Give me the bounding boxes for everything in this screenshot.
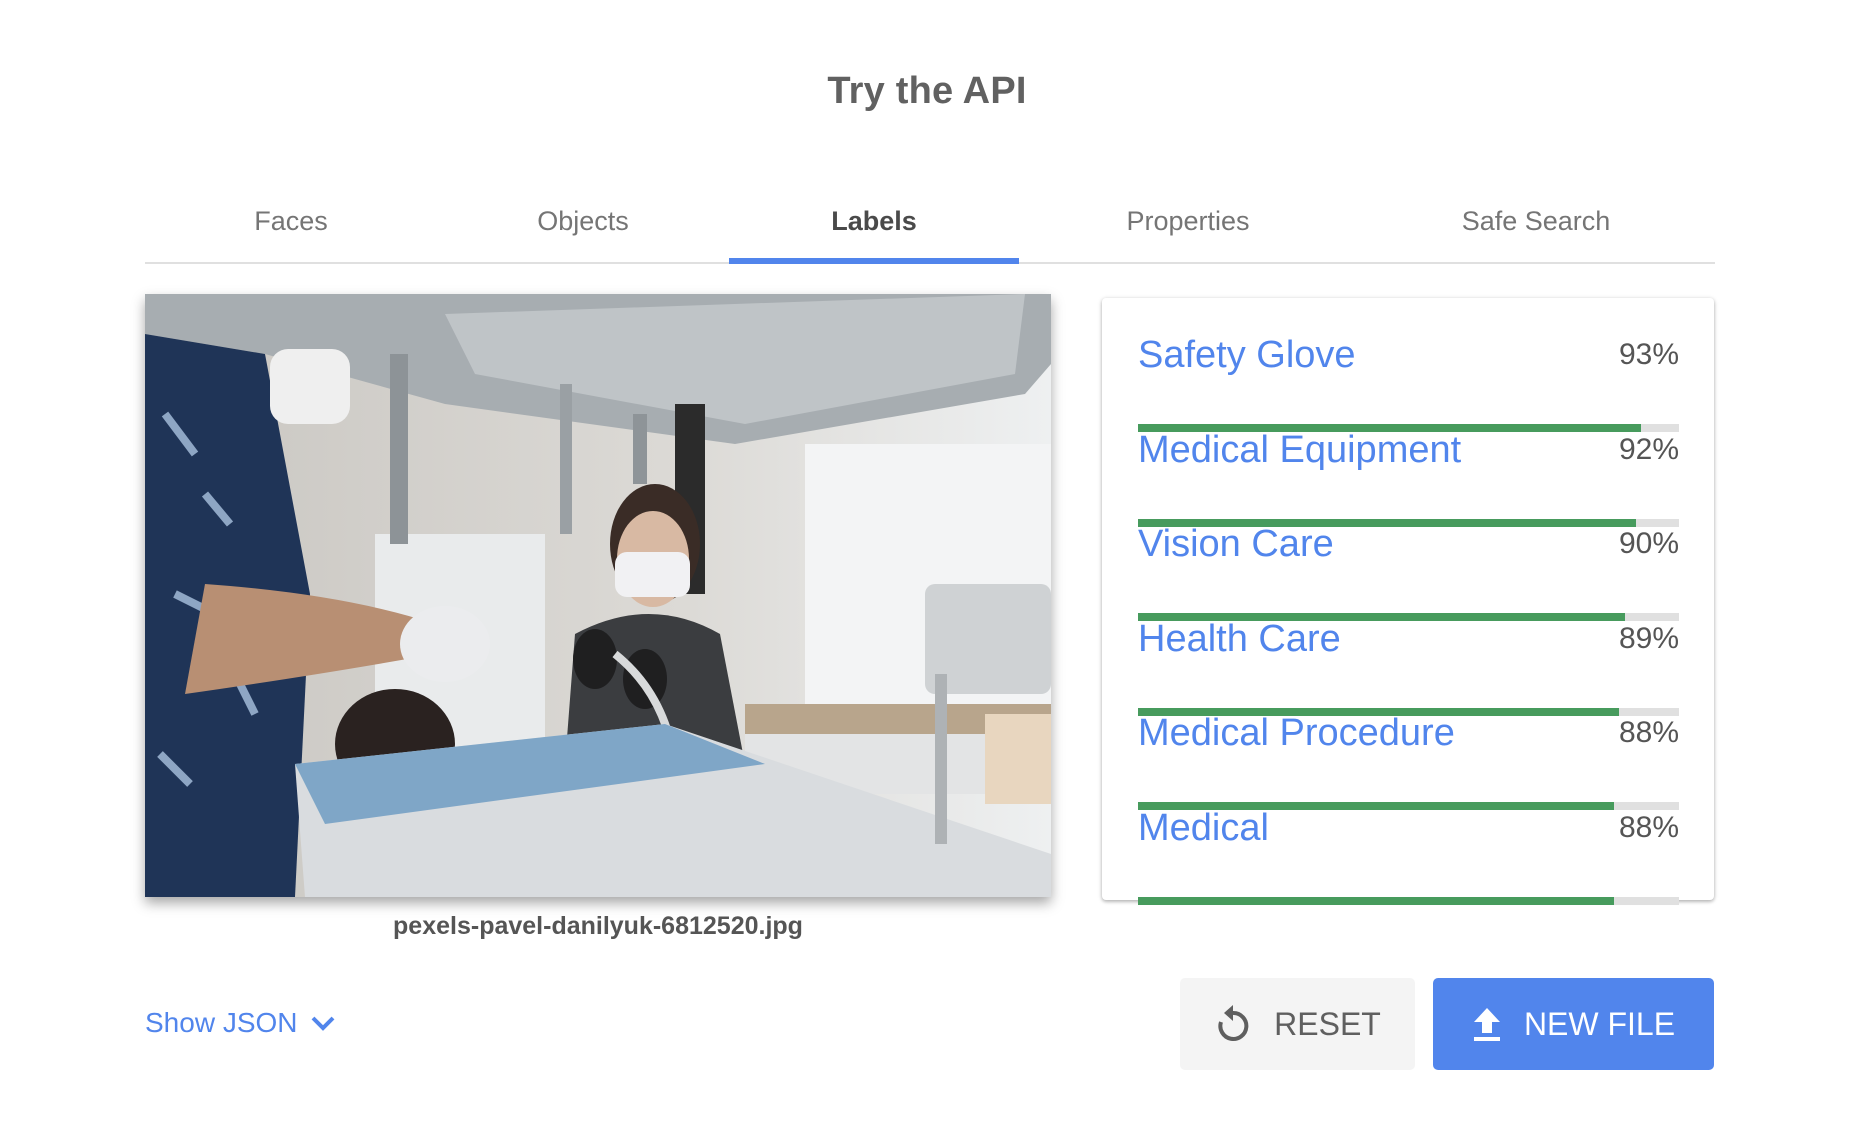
confidence-bar (1138, 897, 1679, 905)
uploaded-image (145, 294, 1051, 897)
label-score: 88% (1618, 811, 1679, 844)
tab-labels[interactable]: Labels (729, 180, 1019, 264)
reset-button[interactable]: RESET (1180, 978, 1415, 1070)
label-item: Medical 88% (1138, 807, 1679, 905)
confidence-bar-fill (1138, 897, 1615, 905)
page-title: Try the API (827, 70, 1027, 112)
show-json-label: Show JSON (145, 1007, 298, 1038)
label-name[interactable]: Medical Procedure (1138, 712, 1455, 755)
label-name[interactable]: Health Care (1138, 618, 1341, 661)
new-file-button[interactable]: NEW FILE (1433, 978, 1714, 1070)
tab-faces[interactable]: Faces (145, 180, 437, 262)
image-filename: pexels-pavel-danilyuk-6812520.jpg (393, 912, 803, 940)
tab-properties[interactable]: Properties (1019, 180, 1357, 262)
labels-results-card: Safety Glove 93% Medical Equipment 92% V… (1102, 298, 1714, 905)
label-name[interactable]: Vision Care (1138, 523, 1334, 566)
label-name[interactable]: Medical Equipment (1138, 429, 1461, 472)
tab-objects[interactable]: Objects (437, 180, 729, 262)
tab-bar: Faces Objects Labels Properties Safe Sea… (145, 180, 1715, 264)
chevron-down-icon (311, 1016, 334, 1031)
label-item: Medical Procedure 88% (1138, 712, 1679, 810)
label-name[interactable]: Safety Glove (1138, 334, 1356, 377)
reset-icon (1218, 1005, 1249, 1041)
label-score: 88% (1618, 716, 1679, 749)
label-item: Safety Glove 93% (1138, 334, 1679, 432)
label-score: 89% (1618, 622, 1679, 655)
show-json-toggle[interactable]: Show JSON (145, 1007, 336, 1039)
label-score: 90% (1618, 527, 1679, 560)
reset-label: RESET (1274, 1005, 1381, 1042)
new-file-label: NEW FILE (1523, 1005, 1676, 1042)
label-score: 93% (1618, 338, 1679, 371)
label-name[interactable]: Medical (1138, 807, 1269, 850)
tab-safe-search[interactable]: Safe Search (1357, 180, 1715, 262)
label-item: Medical Equipment 92% (1138, 429, 1679, 527)
dental-procedure-photo (145, 294, 1051, 897)
label-item: Vision Care 90% (1138, 523, 1679, 621)
label-item: Health Care 89% (1138, 618, 1679, 716)
upload-icon (1473, 1008, 1500, 1041)
label-score: 92% (1618, 433, 1679, 466)
